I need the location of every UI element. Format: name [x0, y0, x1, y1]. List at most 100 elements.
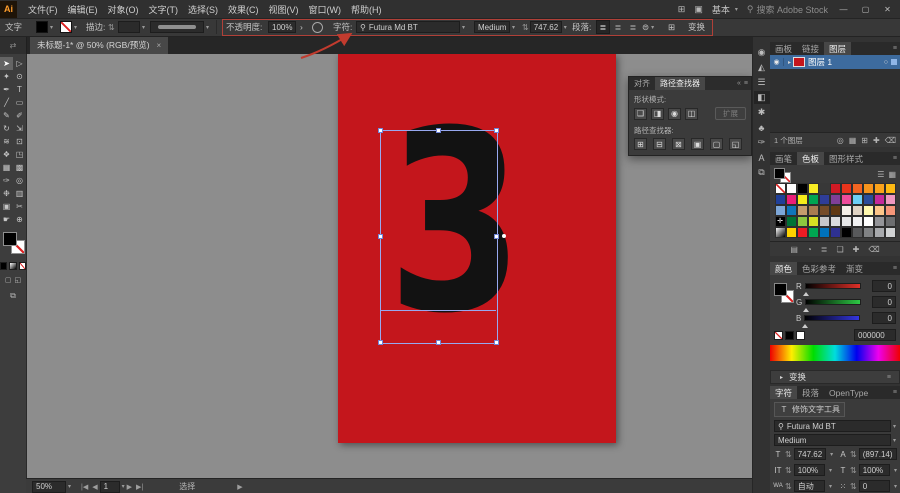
menu-item[interactable]: 编辑(E)	[68, 3, 98, 16]
export-panel-icon[interactable]: ⧉	[754, 166, 770, 179]
opacity-options-icon[interactable]: ›	[300, 21, 303, 33]
selection-handle[interactable]	[494, 128, 499, 133]
selection-handle[interactable]	[494, 234, 499, 239]
swatch-color[interactable]	[840, 227, 852, 238]
swatch-color[interactable]	[884, 183, 896, 194]
slice-tool[interactable]: ✂	[13, 200, 26, 213]
tab-brushes[interactable]: 画笔	[770, 152, 797, 165]
color-spectrum-bar[interactable]	[770, 345, 900, 361]
crop-button[interactable]: ▣	[691, 138, 704, 150]
arrange-documents-icon[interactable]: ⊞	[678, 4, 686, 15]
line-segment-tool[interactable]: ╱	[0, 96, 13, 109]
swatch-color[interactable]	[818, 216, 830, 227]
collapse-icon[interactable]: «	[737, 80, 741, 87]
swatch-color[interactable]	[818, 205, 830, 216]
locate-object-icon[interactable]: ▦	[849, 136, 857, 145]
screen-mode-icon[interactable]: ⧉	[0, 291, 26, 301]
color-mode-icon[interactable]	[0, 262, 8, 270]
trim-button[interactable]: ⊟	[653, 138, 666, 150]
recolor-artwork-icon[interactable]	[312, 21, 323, 33]
swatch-color[interactable]	[807, 227, 819, 238]
blue-value-field[interactable]: 0	[872, 312, 896, 324]
minus-back-button[interactable]: ◱	[729, 138, 742, 150]
swatch-color[interactable]	[873, 183, 885, 194]
swatch-color[interactable]	[884, 205, 896, 216]
swatch-color[interactable]	[873, 216, 885, 227]
outline-button[interactable]: ▢	[710, 138, 723, 150]
eyedropper-tool[interactable]: ✑	[0, 174, 13, 187]
pencil-tool[interactable]: ✐	[13, 109, 26, 122]
panel-menu-icon[interactable]: ≡	[893, 42, 900, 55]
swatch-color[interactable]	[884, 194, 896, 205]
expand-button[interactable]: 扩展	[715, 107, 746, 120]
tab-artboards[interactable]: 画板	[770, 42, 797, 55]
swatch-color[interactable]	[851, 194, 863, 205]
transform-link-label[interactable]: 变换	[688, 21, 705, 33]
align-left-button[interactable]: ≣	[596, 20, 610, 34]
status-expand-icon[interactable]: ▶	[237, 483, 242, 491]
menu-item[interactable]: 效果(C)	[228, 3, 259, 16]
mesh-tool[interactable]: ▦	[0, 161, 13, 174]
swatch-color[interactable]	[785, 183, 797, 194]
color-themes-icon[interactable]: ◔	[807, 245, 812, 254]
menu-item[interactable]: 文字(T)	[149, 3, 179, 16]
gpu-performance-icon[interactable]: ▣	[694, 4, 703, 15]
swatch-color[interactable]	[862, 183, 874, 194]
swatch-color[interactable]	[785, 227, 797, 238]
swatch-gradient[interactable]	[774, 227, 786, 238]
workspace-switcher[interactable]: 基本 ▾	[712, 3, 738, 16]
menu-item[interactable]: 窗口(W)	[309, 3, 342, 16]
tab-layers[interactable]: 图层	[824, 42, 852, 55]
color-panel-icon[interactable]: ◉	[754, 46, 770, 59]
swatch-color[interactable]	[807, 216, 819, 227]
touch-type-tool-button[interactable]: T 修饰文字工具	[774, 402, 845, 417]
new-color-group-icon[interactable]: ❏	[836, 245, 843, 254]
artboard-tool[interactable]: ▣	[0, 200, 13, 213]
magic-wand-tool[interactable]: ✦	[0, 70, 13, 83]
swatch-color[interactable]	[851, 216, 863, 227]
green-value-field[interactable]: 0	[872, 296, 896, 308]
stock-search[interactable]: ⚲ 搜索 Adobe Stock	[747, 3, 828, 16]
swatch-color[interactable]	[774, 205, 786, 216]
layer-row[interactable]: ◉ ▸ 图层 1 ○	[770, 55, 900, 69]
red-value-field[interactable]: 0	[872, 280, 896, 292]
lasso-tool[interactable]: ⊙	[13, 70, 26, 83]
divide-button[interactable]: ⊞	[634, 138, 647, 150]
last-artboard-icon[interactable]: ▶|	[136, 483, 143, 491]
first-artboard-icon[interactable]: |◀	[81, 483, 88, 491]
expand-arrow-icon[interactable]: ▸	[780, 374, 783, 381]
swatch-color[interactable]	[851, 227, 863, 238]
draw-normal-icon[interactable]: ▢	[5, 276, 12, 284]
close-button[interactable]: ✕	[881, 5, 894, 14]
perspective-grid-tool[interactable]: ◳	[13, 148, 26, 161]
stroke-width-stepper[interactable]: ⇅	[108, 21, 115, 33]
swatch-registration[interactable]	[774, 216, 786, 227]
menu-item[interactable]: 帮助(H)	[351, 3, 382, 16]
char-style-field[interactable]: Medium ▾	[774, 434, 896, 446]
font-size-field[interactable]: T ⇅ 747.62 ▾	[770, 446, 835, 462]
zoom-tool[interactable]: ⊕	[13, 213, 26, 226]
delete-layer-icon[interactable]: ⌫	[885, 136, 896, 145]
swatch-color[interactable]	[873, 205, 885, 216]
swatch-color[interactable]	[807, 205, 819, 216]
swatch-color[interactable]	[807, 183, 819, 194]
type-tool[interactable]: T	[13, 83, 26, 96]
tab-color[interactable]: 颜色	[770, 262, 798, 275]
swatch-color[interactable]	[873, 194, 885, 205]
tab-align[interactable]: 对齐	[629, 77, 655, 90]
glyph-align-dropdown[interactable]: ⊜ ▾	[642, 21, 654, 33]
panel-menu-icon[interactable]: ≡	[887, 374, 894, 381]
swatch-color[interactable]	[818, 227, 830, 238]
brushes-panel-icon[interactable]: ✱	[754, 106, 770, 119]
selection-handle[interactable]	[378, 128, 383, 133]
tab-paragraph[interactable]: 段落	[797, 386, 824, 399]
tab-color-guide[interactable]: 色彩参考	[797, 262, 841, 275]
scale-tool[interactable]: ⇲	[13, 122, 26, 135]
swatch-color[interactable]	[829, 205, 841, 216]
none-chip[interactable]	[774, 330, 783, 340]
grid-view-icon[interactable]: ▦	[888, 170, 896, 179]
tab-opentype[interactable]: OpenType	[824, 386, 873, 399]
appearance-panel-icon[interactable]: ✑	[754, 136, 770, 149]
none-mode-icon[interactable]	[18, 262, 26, 270]
opacity-field[interactable]: 100%	[268, 21, 296, 33]
